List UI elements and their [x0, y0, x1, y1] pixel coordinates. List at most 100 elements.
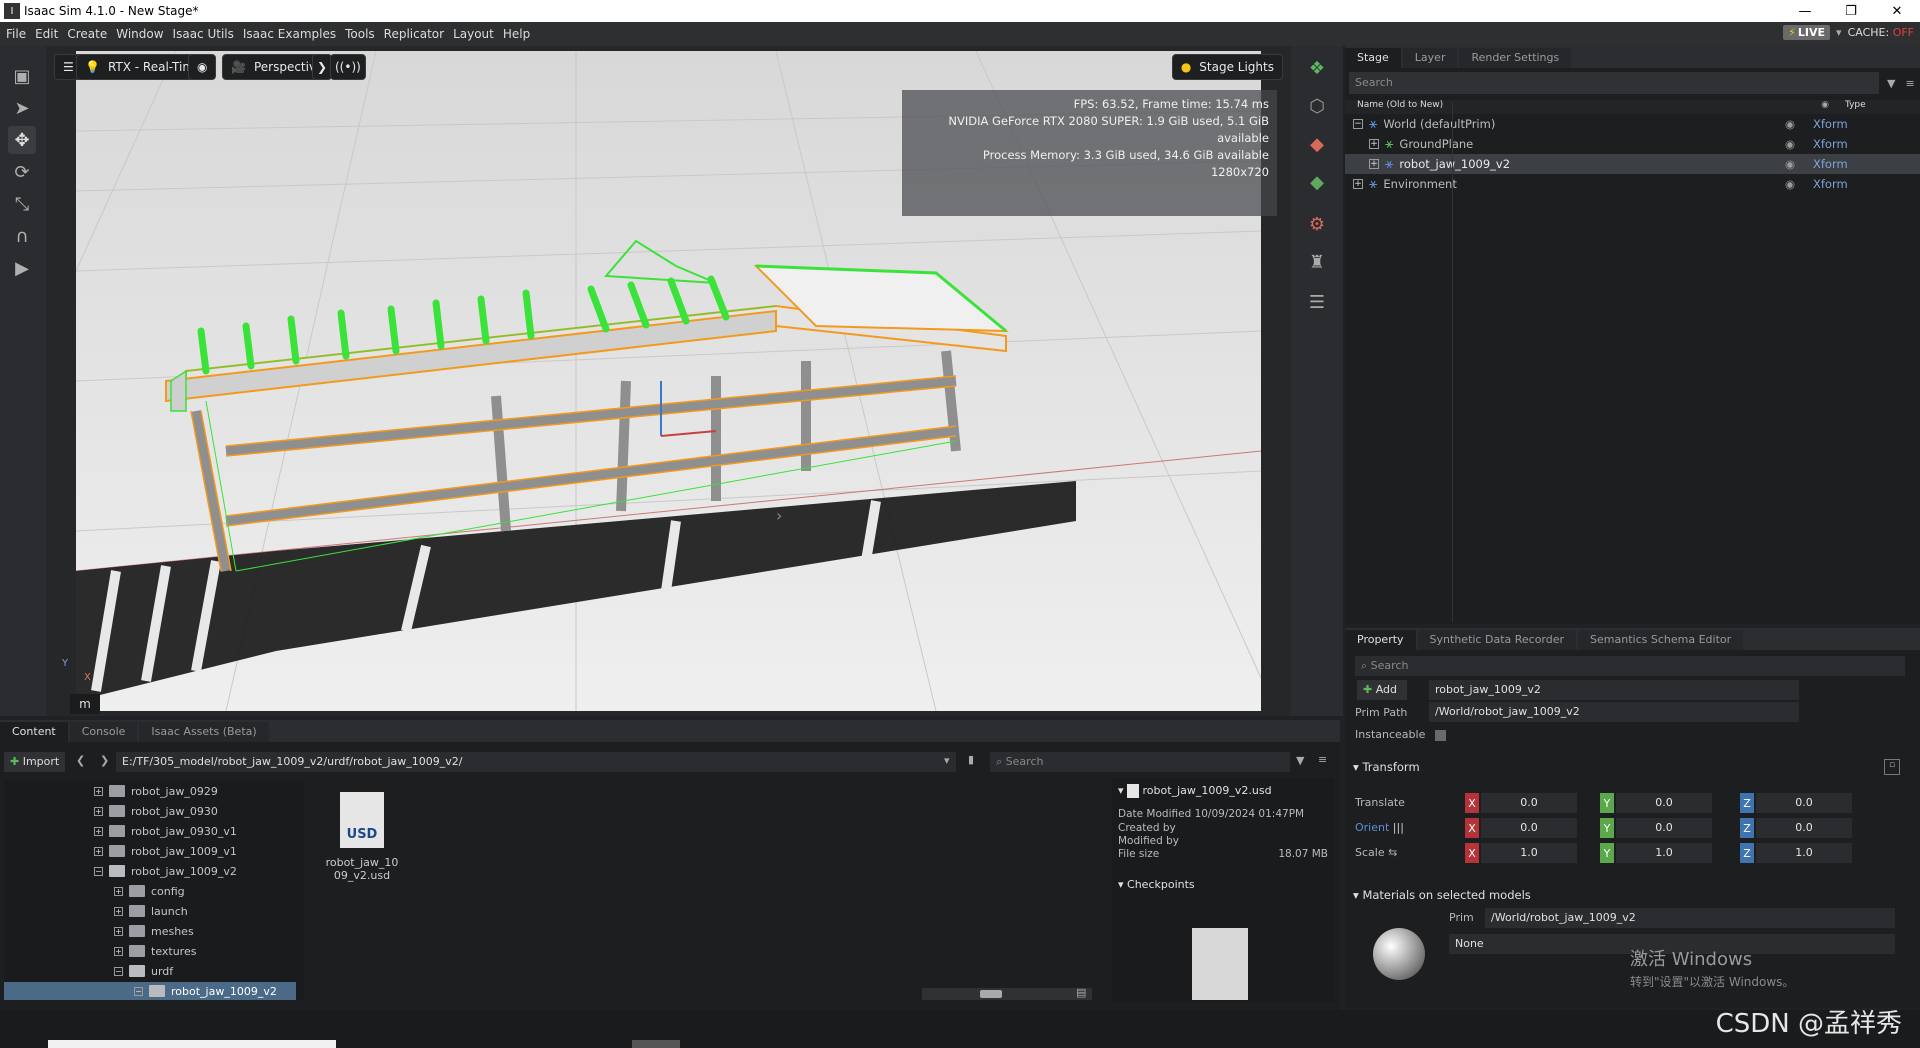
eye-icon[interactable]: ◉: [1785, 177, 1795, 191]
play-icon[interactable]: ▶: [8, 254, 36, 282]
move-icon[interactable]: ✥: [8, 126, 36, 154]
unit-badge[interactable]: m: [70, 694, 100, 714]
expand-toggle[interactable]: +: [1353, 179, 1363, 189]
scale-z-field[interactable]: 1.0: [1756, 843, 1852, 863]
create-xform-icon[interactable]: ❖: [1301, 52, 1333, 84]
tab-console[interactable]: Console: [69, 722, 138, 742]
usd-file-icon[interactable]: USD: [340, 792, 384, 848]
cube-icon[interactable]: ◆: [1301, 128, 1333, 160]
visibility-button[interactable]: ◉: [188, 54, 217, 80]
folder-item[interactable]: + robot_jaw_0930: [94, 802, 218, 820]
tab-semantics-schema-editor[interactable]: Semantics Schema Editor: [1578, 630, 1744, 650]
sliders-icon[interactable]: ☰: [1301, 286, 1333, 318]
menu-tools[interactable]: Tools: [345, 27, 375, 41]
robot-arm-icon[interactable]: ♜: [1301, 246, 1333, 278]
eye-icon[interactable]: ◉: [1785, 117, 1795, 131]
folder-item[interactable]: + meshes: [114, 922, 194, 940]
folder-item[interactable]: + launch: [114, 902, 188, 920]
transform-section-header[interactable]: ▾ Transform: [1353, 760, 1420, 774]
delete-prim-icon[interactable]: ⬡: [1301, 90, 1333, 122]
folder-item[interactable]: + robot_jaw_0929: [94, 782, 218, 800]
stage-search-input[interactable]: Search: [1349, 72, 1879, 94]
menu-icon[interactable]: ≡: [1905, 77, 1914, 90]
tab-isaac-assets[interactable]: Isaac Assets (Beta): [139, 722, 269, 742]
instanceable-checkbox[interactable]: [1435, 730, 1446, 741]
forward-arrow-icon[interactable]: ❯: [100, 754, 109, 767]
menu-help[interactable]: Help: [503, 27, 530, 41]
select-arrow-icon[interactable]: ➤: [8, 94, 36, 122]
taskbar-item[interactable]: [48, 1040, 336, 1048]
prim-name-field[interactable]: robot_jaw_1009_v2: [1429, 680, 1799, 700]
checkpoints-header[interactable]: ▾ Checkpoints: [1118, 878, 1195, 891]
transform-options-icon[interactable]: ▫: [1884, 759, 1900, 775]
translate-y-field[interactable]: 0.0: [1616, 793, 1712, 813]
add-button[interactable]: ✚ Add: [1357, 680, 1407, 700]
tab-property[interactable]: Property: [1345, 630, 1416, 650]
scale-x-field[interactable]: 1.0: [1481, 843, 1577, 863]
live-button[interactable]: ⚡ LIVE: [1783, 25, 1831, 40]
orient-y-field[interactable]: 0.0: [1616, 818, 1712, 838]
filter-icon[interactable]: ▼: [1296, 754, 1304, 767]
minimize-button[interactable]: —: [1782, 0, 1828, 22]
menu-isaac-utils[interactable]: Isaac Utils: [173, 27, 234, 41]
rotate-icon[interactable]: ⟳: [8, 158, 36, 186]
materials-section-header[interactable]: ▾ Materials on selected models: [1353, 888, 1531, 902]
menu-icon[interactable]: ≡: [1318, 753, 1327, 766]
folder-item[interactable]: − robot_jaw_1009_v2: [94, 862, 237, 880]
maximize-button[interactable]: ❐: [1828, 0, 1874, 22]
menu-window[interactable]: Window: [116, 27, 163, 41]
column-divider[interactable]: [1452, 102, 1453, 622]
back-arrow-icon[interactable]: ❮: [76, 754, 85, 767]
filter-icon[interactable]: ▼: [1887, 77, 1895, 90]
broadcast-icon[interactable]: ((•)): [330, 54, 366, 80]
menu-layout[interactable]: Layout: [453, 27, 494, 41]
close-button[interactable]: ✕: [1874, 0, 1920, 22]
expand-toggle[interactable]: −: [1353, 119, 1363, 129]
folder-item[interactable]: − urdf: [114, 962, 173, 980]
tab-stage[interactable]: Stage: [1345, 48, 1401, 68]
tab-content[interactable]: Content: [0, 722, 68, 742]
green-cube-icon[interactable]: ◆: [1301, 166, 1333, 198]
path-dropdown-icon[interactable]: ▾: [944, 754, 950, 767]
import-button[interactable]: ✚ Import: [4, 752, 66, 772]
viewport[interactable]: ☰ 💡 RTX - Real-Time ◉ 🎥 Perspective ❯ ((…: [46, 46, 1291, 716]
menu-file[interactable]: File: [6, 27, 26, 41]
tab-synthetic-data-recorder[interactable]: Synthetic Data Recorder: [1417, 630, 1577, 650]
folder-item[interactable]: + robot_jaw_1009_v1: [94, 842, 237, 860]
tab-layer[interactable]: Layer: [1402, 48, 1458, 68]
scale-y-field[interactable]: 1.0: [1616, 843, 1712, 863]
folder-item-selected[interactable]: − robot_jaw_1009_v2: [4, 982, 296, 1000]
taskbar-item[interactable]: [632, 1040, 680, 1048]
tree-row-groundplane[interactable]: + ⚹ GroundPlane ◉ Xform: [1345, 134, 1920, 154]
menu-edit[interactable]: Edit: [35, 27, 58, 41]
expand-toggle[interactable]: +: [1369, 139, 1379, 149]
select-mode-icon[interactable]: ▣: [8, 62, 36, 90]
content-search-input[interactable]: ⌕ Search: [990, 752, 1290, 772]
tree-row-robot-jaw[interactable]: + ⚹ robot_jaw_1009_v2 ◉ Xform: [1345, 154, 1920, 174]
orient-x-field[interactable]: 0.0: [1481, 818, 1577, 838]
folder-item[interactable]: + robot_jaw_0930_v1: [94, 822, 237, 840]
folder-item[interactable]: + textures: [114, 942, 196, 960]
translate-x-field[interactable]: 0.0: [1481, 793, 1577, 813]
expand-toggle[interactable]: +: [1369, 159, 1379, 169]
stage-lights-button[interactable]: ● Stage Lights: [1171, 54, 1283, 80]
property-search-input[interactable]: ⌕ Search: [1355, 656, 1905, 676]
material-prim-field[interactable]: /World/robot_jaw_1009_v2: [1485, 908, 1895, 928]
list-view-icon[interactable]: ▤: [1076, 986, 1086, 999]
orient-z-field[interactable]: 0.0: [1756, 818, 1852, 838]
folder-item[interactable]: + config: [114, 882, 185, 900]
thumbnail-size-slider[interactable]: [922, 988, 1092, 1000]
orient-label[interactable]: Orient |||: [1355, 821, 1404, 834]
snap-magnet-icon[interactable]: ∩: [8, 222, 36, 250]
tree-row-environment[interactable]: + ⚹ Environment ◉ Xform: [1345, 174, 1920, 194]
eye-header-icon[interactable]: ◉: [1821, 100, 1829, 114]
gear-icon[interactable]: ⚙: [1301, 208, 1333, 240]
live-dropdown-icon[interactable]: ▾: [1836, 26, 1842, 39]
menu-replicator[interactable]: Replicator: [384, 27, 444, 41]
menu-isaac-examples[interactable]: Isaac Examples: [243, 27, 336, 41]
tree-row-world[interactable]: − ⚹ World (defaultPrim) ◉ Xform: [1345, 114, 1920, 134]
prim-path-field[interactable]: /World/robot_jaw_1009_v2: [1429, 702, 1799, 722]
scale-icon[interactable]: ⤡: [8, 190, 36, 218]
bookmark-icon[interactable]: ▮: [968, 753, 974, 766]
menu-create[interactable]: Create: [67, 27, 107, 41]
